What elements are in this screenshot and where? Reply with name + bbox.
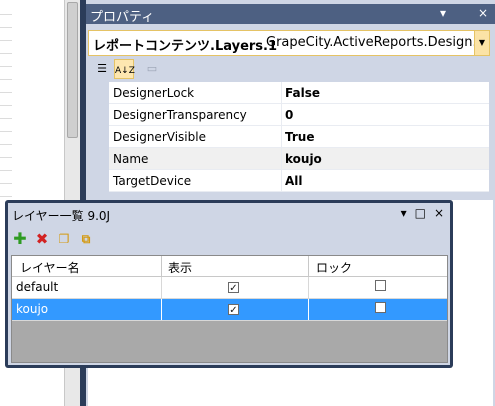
property-row[interactable]: DesignerVisible True [109, 126, 489, 148]
pin-icon[interactable]: ᅟ [457, 6, 469, 23]
delete-layer-icon[interactable]: ✖ [34, 231, 50, 247]
layer-table: レイヤー名 表示 ロック default ✓ koujo ✓ [11, 255, 448, 363]
ruler-line [0, 170, 12, 171]
property-value[interactable]: koujo [285, 152, 322, 166]
column-header-lock[interactable]: ロック [316, 259, 352, 276]
chevron-down-icon[interactable]: ▼ [474, 31, 489, 55]
categorized-icon[interactable]: ☰ [92, 59, 112, 79]
ruler-line [0, 118, 12, 119]
column-header-layer-name[interactable]: レイヤー名 [20, 259, 80, 276]
layer-table-header: レイヤー名 表示 ロック [12, 256, 447, 277]
ruler-line [0, 79, 12, 80]
property-grid: DesignerLock False DesignerTransparency … [109, 82, 489, 192]
column-divider [281, 148, 282, 169]
column-divider [308, 277, 309, 298]
property-name: DesignerTransparency [113, 108, 247, 122]
alphabetical-icon[interactable]: A↓Z [114, 59, 135, 79]
layer-name: koujo [16, 302, 49, 316]
properties-toolbar: ☰ A↓Z ▭ [88, 58, 493, 80]
property-value[interactable]: 0 [285, 108, 293, 122]
window-position-dropdown-icon[interactable]: ▾ [401, 206, 407, 220]
property-row[interactable]: TargetDevice All [109, 170, 489, 192]
property-pages-icon[interactable]: ▭ [142, 59, 162, 79]
visible-checkbox[interactable]: ✓ [228, 282, 239, 294]
window-position-dropdown-icon[interactable]: ▾ [437, 6, 449, 23]
ruler-line [0, 40, 12, 41]
move-layer-icon[interactable]: ⧉ [78, 231, 94, 247]
column-divider [281, 126, 282, 147]
ruler-line [0, 157, 12, 158]
ruler-line [0, 14, 12, 15]
property-value[interactable]: All [285, 174, 303, 188]
column-divider [308, 256, 309, 276]
property-name: DesignerVisible [113, 130, 206, 144]
property-name: Name [113, 152, 149, 166]
column-divider [281, 104, 282, 125]
property-value[interactable]: True [285, 130, 314, 144]
property-name: TargetDevice [113, 174, 192, 188]
alphabetical-label: A↓Z [115, 66, 135, 76]
property-row[interactable]: DesignerTransparency 0 [109, 104, 489, 126]
layer-row[interactable]: default ✓ [12, 277, 447, 299]
layer-list-window: レイヤー一覧 9.0J ▾ □ × ✚ ✖ ❐ ⧉ レイヤー名 表示 ロック d… [5, 200, 453, 368]
add-layer-icon[interactable]: ✚ [12, 231, 28, 247]
column-header-visible[interactable]: 表示 [168, 259, 192, 276]
selected-object-type: GrapeCity.ActiveReports.Design.Ddr [266, 35, 474, 50]
property-value[interactable]: False [285, 86, 320, 100]
close-icon[interactable]: × [434, 206, 444, 220]
ruler-line [0, 27, 12, 28]
layer-toolbar: ✚ ✖ ❐ ⧉ [12, 229, 94, 249]
layer-row-selected[interactable]: koujo ✓ [12, 299, 447, 321]
property-name: DesignerLock [113, 86, 195, 100]
column-divider [308, 299, 309, 320]
ruler-line [0, 144, 12, 145]
object-selector-combo[interactable]: レポートコンテンツ.Layers.1 GrapeCity.ActiveRepor… [88, 30, 490, 56]
ruler-line [0, 196, 12, 197]
property-row[interactable]: DesignerLock False [109, 82, 489, 104]
ruler-line [0, 66, 12, 67]
ruler-line [0, 92, 12, 93]
maximize-icon[interactable]: □ [415, 206, 426, 220]
ruler-line [0, 131, 12, 132]
column-divider [161, 256, 162, 276]
lock-checkbox[interactable] [375, 302, 386, 313]
column-divider [161, 299, 162, 320]
copy-layer-icon[interactable]: ❐ [56, 231, 72, 247]
column-divider [281, 170, 282, 191]
ruler-line [0, 53, 12, 54]
column-divider [281, 82, 282, 103]
lock-checkbox[interactable] [375, 280, 386, 291]
close-icon[interactable]: × [477, 6, 489, 23]
property-row[interactable]: Name koujo [109, 148, 489, 170]
ruler-line [0, 105, 12, 106]
selected-object-name: レポートコンテンツ.Layers.1 [93, 39, 278, 54]
scrollbar-thumb[interactable] [67, 2, 78, 138]
properties-title-bar[interactable]: プロパティ ▾ ᅟ × [86, 4, 495, 25]
column-divider [161, 277, 162, 298]
layer-list-title: レイヤー一覧 9.0J [12, 209, 111, 223]
ruler-line [0, 183, 12, 184]
layer-list-title-bar[interactable]: レイヤー一覧 9.0J ▾ □ × [8, 203, 450, 225]
layer-name: default [16, 280, 59, 294]
properties-title: プロパティ [90, 10, 155, 25]
visible-checkbox[interactable]: ✓ [228, 304, 239, 316]
